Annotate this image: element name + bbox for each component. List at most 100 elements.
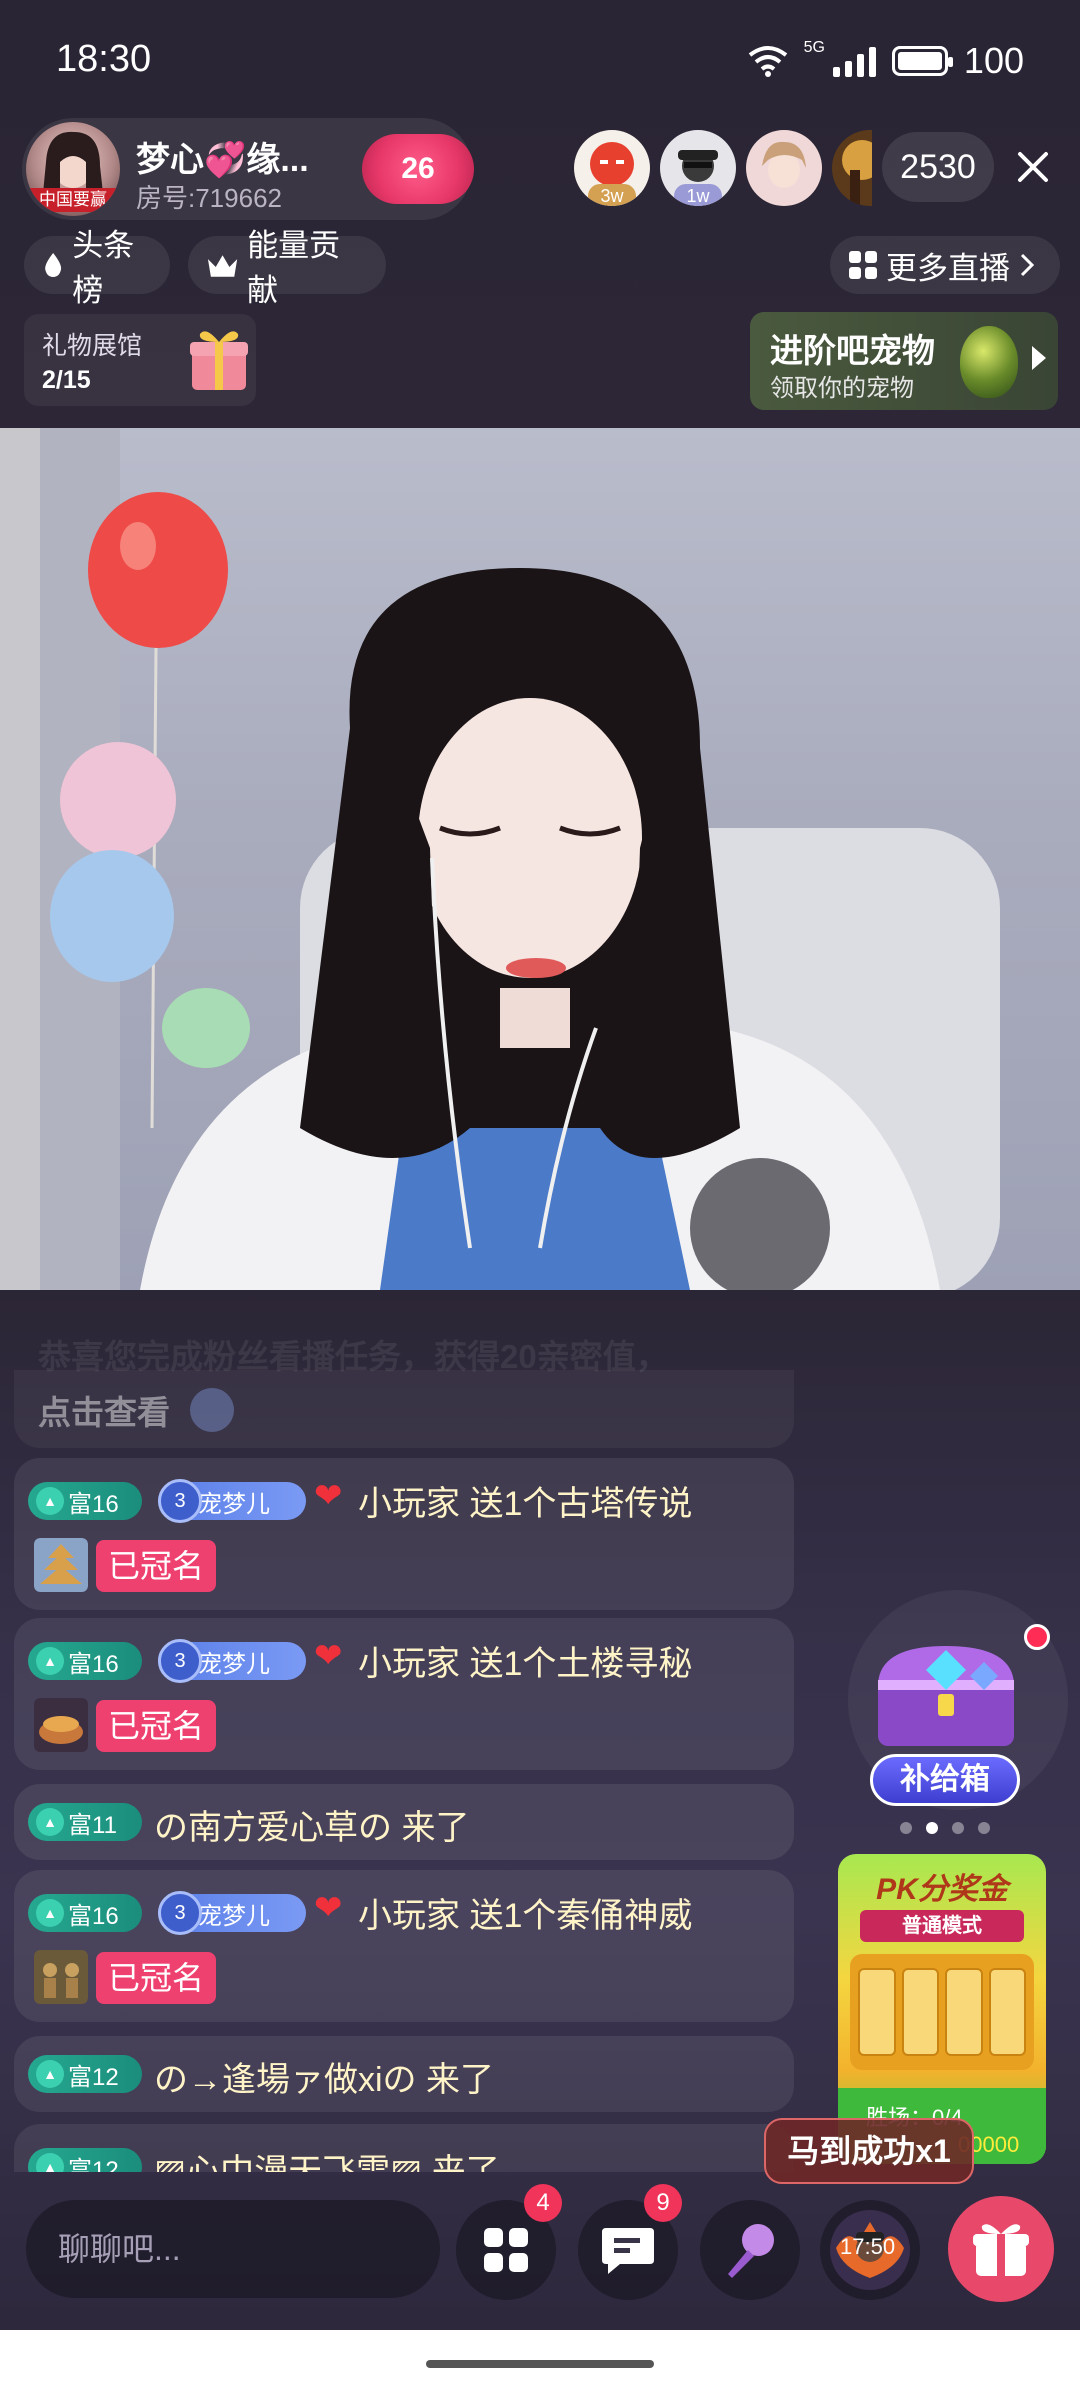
message-text: 小玩家 送1个古塔传说 xyxy=(358,1485,693,1523)
fan-club-name: 宠梦儿 xyxy=(198,1490,270,1518)
viewer-avatar[interactable] xyxy=(832,130,872,206)
named-tag: 已冠名 xyxy=(96,1540,217,1592)
viewer-avatar[interactable]: 3w xyxy=(574,130,650,206)
pagoda-gift-icon xyxy=(34,1538,88,1592)
status-icons: 5G 100 xyxy=(748,40,1024,82)
message-text: の→逢場ァ做xiの 来了 xyxy=(154,2061,494,2099)
earth-building-gift-icon xyxy=(34,1698,88,1752)
carousel-dots xyxy=(900,1822,990,1834)
viewer-avatar[interactable] xyxy=(746,130,822,206)
host-avatar[interactable]: 中国要赢 xyxy=(26,122,120,216)
supply-box-button[interactable]: 补给箱 xyxy=(870,1754,1020,1806)
apps-badge: 4 xyxy=(524,2184,562,2222)
fan-level: 3 xyxy=(158,1479,202,1523)
message-text: 小玩家 送1个土楼寻秘 xyxy=(358,1645,693,1683)
named-tag: 已冠名 xyxy=(96,1700,217,1752)
rich-level-badge: ▲ 富16 xyxy=(28,1642,142,1680)
wifi-icon xyxy=(748,46,787,77)
notification-dot xyxy=(1024,1624,1050,1650)
battery-icon xyxy=(891,46,953,76)
fan-club-name: 宠梦儿 xyxy=(198,1902,270,1930)
grid-icon xyxy=(484,2228,528,2272)
gift-hall-progress: 2/15 xyxy=(42,366,91,394)
microphone-icon xyxy=(728,2224,774,2278)
system-nav-bar xyxy=(0,2330,1080,2400)
rich-level-badge: ▲ 富16 xyxy=(28,1894,142,1932)
rich-level: 富16 xyxy=(68,1650,119,1678)
fan-club-name: 宠梦儿 xyxy=(198,1650,270,1678)
play-arrow-icon xyxy=(1032,346,1046,370)
messages-badge: 9 xyxy=(644,2184,682,2222)
rich-level: 富16 xyxy=(68,1490,119,1518)
more-live-label: 更多直播 xyxy=(886,250,1010,286)
system-notice-card[interactable]: 点击查看 xyxy=(14,1370,794,1448)
host-level: 26 xyxy=(401,152,435,185)
video-frame xyxy=(0,428,1000,1290)
fan-badge: 3 宠梦儿 xyxy=(158,1639,306,1683)
rich-level-badge: ▲ 富11 xyxy=(28,1803,142,1841)
gift-button[interactable] xyxy=(948,2196,1054,2302)
fan-badge: 3 宠梦儿 xyxy=(158,1479,306,1523)
live-video[interactable] xyxy=(0,428,1080,1290)
message-icon xyxy=(602,2228,654,2274)
energy-contribution-tab[interactable]: 能量贡献 xyxy=(188,228,386,308)
grid-icon xyxy=(849,251,877,279)
rich-level-badge: ▲ 富12 xyxy=(28,2148,142,2172)
pet-banner-title: 进阶吧宠物 xyxy=(770,332,935,369)
home-indicator[interactable] xyxy=(426,2360,654,2368)
close-icon xyxy=(1018,152,1048,182)
heart-icon: ❤ xyxy=(314,1637,343,1675)
more-live-button[interactable]: 更多直播 xyxy=(830,236,1060,294)
fan-badge: 3 宠梦儿 xyxy=(158,1891,306,1935)
named-tag: 已冠名 xyxy=(96,1952,217,2004)
headline-rank-label: 头条榜 xyxy=(72,228,135,308)
pk-mode: 普通模式 xyxy=(860,1910,1024,1942)
view-details-link[interactable]: 点击查看 xyxy=(38,1386,170,1434)
pet-banner-subtitle: 领取你的宠物 xyxy=(770,375,914,402)
status-bar: 18:30 5G 100 xyxy=(0,0,1080,120)
viewer-rank-tag: 3w xyxy=(588,184,636,206)
chat-input[interactable]: 聊聊吧... xyxy=(26,2200,440,2298)
gift-hall-title: 礼物展馆 xyxy=(42,332,143,360)
rich-level-badge: ▲ 富16 xyxy=(28,1482,142,1520)
viewer-count[interactable]: 2530 xyxy=(882,132,994,202)
status-time: 18:30 xyxy=(56,38,152,80)
chat-message[interactable]: ▲ 富12 ▨心中漫天飞雪▨ 来了 xyxy=(14,2124,794,2172)
gift-box-icon xyxy=(190,331,248,390)
fan-level: 3 xyxy=(158,1639,202,1683)
pk-title: PK分奖金 xyxy=(876,1873,1008,1906)
close-button[interactable] xyxy=(1006,140,1060,194)
chat-message[interactable]: ▲ 富11 の南方爱心草の 来了 xyxy=(14,1784,794,1860)
chat-message[interactable]: ▲ 富16 3 宠梦儿 ❤ 小玩家 送1个秦俑神威 已冠名 xyxy=(14,1870,794,2022)
host-avatar-badge: 中国要赢 xyxy=(26,188,120,212)
fan-level: 3 xyxy=(158,1891,202,1935)
host-room-id: 房号:719662 xyxy=(136,183,282,213)
rich-level: 富11 xyxy=(68,1811,117,1839)
message-text: の南方爱心草の 来了 xyxy=(154,1809,470,1847)
message-text: 小玩家 送1个秦俑神威 xyxy=(358,1897,693,1935)
chevron-right-icon xyxy=(190,1388,234,1432)
timer: 17:50 xyxy=(840,2234,896,2259)
chat-message[interactable]: ▲ 富16 3 宠梦儿 ❤ 小玩家 送1个古塔传说 已冠名 xyxy=(14,1458,794,1610)
viewer-rank-tag: 1w xyxy=(674,184,722,206)
treasure-chest-icon[interactable] xyxy=(866,1640,1026,1750)
viewer-avatar[interactable]: 1w xyxy=(660,130,736,206)
microphone-button[interactable] xyxy=(700,2200,800,2300)
battery-level: 100 xyxy=(963,40,1024,81)
chat-message[interactable]: ▲ 富16 3 宠梦儿 ❤ 小玩家 送1个土楼寻秘 已冠名 xyxy=(14,1618,794,1770)
host-info[interactable]: 中国要赢 梦心💞缘... 房号:719662 26 xyxy=(22,118,474,220)
gift-hall[interactable]: 礼物展馆 2/15 xyxy=(24,314,256,406)
rich-level-badge: ▲ 富12 xyxy=(28,2055,142,2093)
chat-message[interactable]: ▲ 富12 の→逢場ァ做xiの 来了 xyxy=(14,2036,794,2112)
signal-icon xyxy=(832,45,876,77)
gift-icon xyxy=(973,2224,1029,2276)
network-type: 5G xyxy=(803,39,825,56)
rich-level: 富12 xyxy=(68,2156,119,2173)
pet-banner[interactable]: 进阶吧宠物 领取你的宠物 xyxy=(750,312,1058,410)
headline-rank-tab[interactable]: 头条榜 xyxy=(24,228,170,308)
terracotta-gift-icon xyxy=(34,1950,88,2004)
drop-icon xyxy=(45,253,62,277)
host-level-badge[interactable]: 26 xyxy=(362,134,474,204)
crown-icon xyxy=(207,255,238,277)
heart-icon: ❤ xyxy=(314,1477,343,1515)
